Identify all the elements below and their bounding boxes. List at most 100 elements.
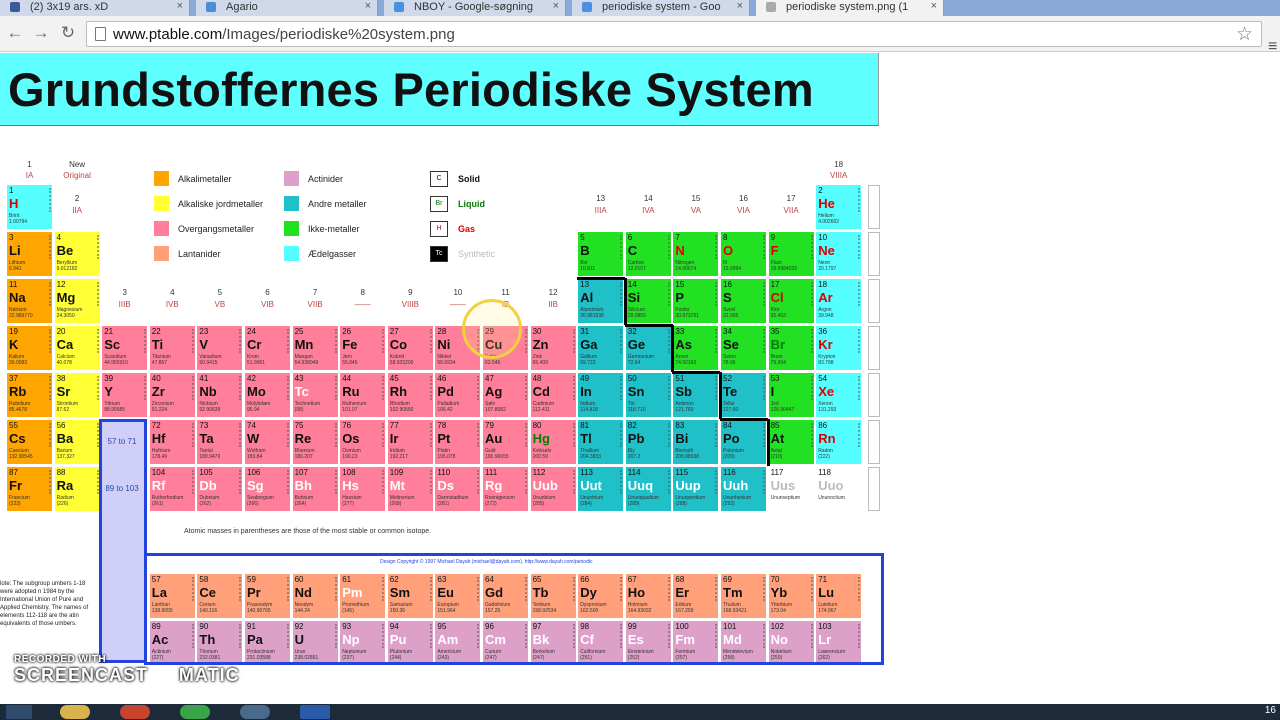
element-cell[interactable]: 44 Ru Ruthenium 101.07	[339, 372, 387, 418]
browser-tab[interactable]: periodiske system.png (1 ×	[756, 0, 944, 16]
element-cell[interactable]: 41 Nb Niobium 92.90638	[196, 372, 244, 418]
element-cell[interactable]: 8 O Ilt 15.9994	[720, 231, 767, 277]
element-cell[interactable]: 38 Sr Strontium 87.62	[53, 372, 101, 418]
element-cell[interactable]: 25 Mn Mangan 54.938049	[291, 325, 339, 371]
element-cell[interactable]: 51 Sb Antimon 121.760	[672, 372, 720, 418]
back-icon[interactable]: ←	[4, 22, 26, 44]
element-cell[interactable]: 114 Uuq Ununquadium (289)	[624, 466, 672, 512]
chrome-icon[interactable]	[120, 705, 150, 719]
element-cell[interactable]: 45 Rh Rhodium 102.90550	[386, 372, 434, 418]
element-cell[interactable]: 81 Tl Thallium 204.3833	[577, 419, 625, 465]
element-cell[interactable]: 56 Ba Barium 137.327	[53, 419, 101, 465]
element-cell[interactable]: 113 Uut Ununtrium (284)	[577, 466, 625, 512]
element-cell[interactable]: 16 S Svovl 32.066	[720, 278, 767, 324]
element-cell[interactable]: 78 Pt Platin 195.078	[434, 419, 482, 465]
element-cell[interactable]: 30 Zn Zink 65.409	[529, 325, 577, 371]
element-cell[interactable]: 17 Cl Klor 35.453	[767, 278, 815, 324]
element-cell[interactable]: 112 Uub Ununbium (285)	[529, 466, 577, 512]
element-cell[interactable]: 84 Po Polonium (209)	[720, 419, 767, 465]
element-cell[interactable]: 117 Uus Ununseptium	[767, 466, 815, 512]
element-cell[interactable]: 37 Rb Rubidium 85.4678	[6, 372, 53, 418]
element-cell[interactable]: 2 He Helium 4.002602	[815, 184, 863, 230]
element-cell[interactable]: 75 Re Rhenium 186.207	[291, 419, 339, 465]
element-cell[interactable]: 107 Bh Bohrium (264)	[291, 466, 339, 512]
explorer-icon[interactable]	[60, 705, 90, 719]
element-cell[interactable]: 6 C Carbon 12.0107	[624, 231, 672, 277]
element-cell[interactable]: 40 Zr Zirconium 91.224	[148, 372, 196, 418]
element-cell[interactable]: 83 Bi Bismuth 208.98038	[672, 419, 720, 465]
element-cell[interactable]: 88 Ra Radium (226)	[53, 466, 101, 512]
tab-close-icon[interactable]: ×	[365, 0, 371, 12]
element-cell[interactable]: 54 Xe Xenon 131.293	[815, 372, 863, 418]
element-cell[interactable]: 115 Uup Ununpentium (288)	[672, 466, 720, 512]
element-cell[interactable]: 74 W Wolfram 183.84	[244, 419, 291, 465]
element-cell[interactable]: 46 Pd Palladium 106.42	[434, 372, 482, 418]
forward-icon[interactable]: →	[30, 22, 52, 44]
element-cell[interactable]: 48 Cd Cadmium 112.411	[529, 372, 577, 418]
element-cell[interactable]: 108 Hs Hassium (277)	[339, 466, 387, 512]
element-cell[interactable]: 12 Mg Magnesium 24.3050	[53, 278, 101, 324]
tab-close-icon[interactable]: ×	[553, 0, 559, 12]
element-cell[interactable]: 118 Uuo Ununoctium	[815, 466, 863, 512]
element-cell[interactable]: 34 Se Selen 78.96	[720, 325, 767, 371]
element-cell[interactable]: 43 Tc Technetium (98)	[291, 372, 339, 418]
element-cell[interactable]: 3 Li Lithium 6.941	[6, 231, 53, 277]
browser-tab[interactable]: NBOY - Google-søgning ×	[384, 0, 566, 16]
element-cell[interactable]: 86 Rn Radon (222)	[815, 419, 863, 465]
tab-close-icon[interactable]: ×	[931, 0, 937, 12]
app-icon[interactable]	[240, 705, 270, 719]
element-cell[interactable]: 87 Fr Francium (223)	[6, 466, 53, 512]
element-cell[interactable]: 53 I Jod 126.90447	[767, 372, 815, 418]
element-cell[interactable]: 110 Ds Darmstadtium (281)	[434, 466, 482, 512]
element-cell[interactable]: 27 Co Kobolt 58.933200	[386, 325, 434, 371]
bookmark-star-icon[interactable]: ☆	[1236, 23, 1253, 46]
element-cell[interactable]: 10 Ne Neon 20.1797	[815, 231, 863, 277]
element-cell[interactable]: 104 Rf Rutherfordium (261)	[148, 466, 196, 512]
tab-close-icon[interactable]: ×	[737, 0, 743, 12]
element-cell[interactable]: 85 At Astat (210)	[767, 419, 815, 465]
element-cell[interactable]: 9 F Fluor 18.9984032	[767, 231, 815, 277]
spotify-icon[interactable]	[180, 705, 210, 719]
element-cell[interactable]: 4 Be Beryllium 9.012182	[53, 231, 101, 277]
element-cell[interactable]: 111 Rg Roentgenium (272)	[482, 466, 529, 512]
element-cell[interactable]: 26 Fe Jern 55.845	[339, 325, 387, 371]
element-cell[interactable]: 13 Al Aluminium 26.981538	[577, 278, 625, 324]
element-cell[interactable]: 11 Na Natrium 22.989770	[6, 278, 53, 324]
element-cell[interactable]: 31 Ga Gallium 69.723	[577, 325, 625, 371]
element-cell[interactable]: 14 Si Silicium 28.0855	[624, 278, 672, 324]
element-cell[interactable]: 33 As Arsen 74.92160	[672, 325, 720, 371]
address-bar[interactable]: www.ptable.com/Images/periodiske%20syste…	[86, 21, 1262, 47]
element-cell[interactable]: 52 Te Tellur 127.60	[720, 372, 767, 418]
browser-tab[interactable]: (2) 3x19 ars. xD ×	[0, 0, 190, 16]
element-cell[interactable]: 23 V Vanadium 50.9415	[196, 325, 244, 371]
element-cell[interactable]: 80 Hg Kviksølv 200.59	[529, 419, 577, 465]
element-cell[interactable]: 24 Cr Krom 51.9961	[244, 325, 291, 371]
element-cell[interactable]: 15 P Fosfor 30.973761	[672, 278, 720, 324]
element-cell[interactable]: 19 K Kalium 39.0983	[6, 325, 53, 371]
element-cell[interactable]: 5 B Bor 10.811	[577, 231, 625, 277]
browser-tab[interactable]: periodiske system - Goo ×	[572, 0, 750, 16]
element-cell[interactable]: 76 Os Osmium 190.23	[339, 419, 387, 465]
url-text[interactable]: www.ptable.com/Images/periodiske%20syste…	[113, 26, 455, 43]
element-cell[interactable]: 20 Ca Calcium 40.078	[53, 325, 101, 371]
element-cell[interactable]: 55 Cs Caesium 132.90545	[6, 419, 53, 465]
element-cell[interactable]: 73 Ta Tantal 180.9479	[196, 419, 244, 465]
element-cell[interactable]: 22 Ti Titanium 47.867	[148, 325, 196, 371]
element-cell[interactable]: 82 Pb Bly 207.2	[624, 419, 672, 465]
element-cell[interactable]: 116 Uuh Ununhexium (292)	[720, 466, 767, 512]
element-cell[interactable]: 106 Sg Seaborgium (266)	[244, 466, 291, 512]
tab-close-icon[interactable]: ×	[177, 0, 183, 12]
window-controls[interactable]	[1210, 0, 1280, 16]
element-cell[interactable]: 1 H Brint 1.00794	[6, 184, 53, 230]
element-cell[interactable]: 72 Hf Hafnium 178.49	[148, 419, 196, 465]
element-cell[interactable]: 36 Kr Krypton 83.798	[815, 325, 863, 371]
element-cell[interactable]: 50 Sn Tin 118.710	[624, 372, 672, 418]
element-cell[interactable]: 32 Ge Germanium 72.64	[624, 325, 672, 371]
start-icon[interactable]	[6, 705, 32, 719]
element-cell[interactable]: 39 Y Yttrium 88.90585	[101, 372, 149, 418]
element-cell[interactable]: 49 In Indium 114.818	[577, 372, 625, 418]
element-cell[interactable]: 42 Mo Molybdæn 95.94	[244, 372, 291, 418]
element-cell[interactable]: 21 Sc Scandium 44.955910	[101, 325, 149, 371]
element-cell[interactable]: 35 Br Brom 79.904	[767, 325, 815, 371]
reload-icon[interactable]: ↻	[57, 22, 79, 44]
